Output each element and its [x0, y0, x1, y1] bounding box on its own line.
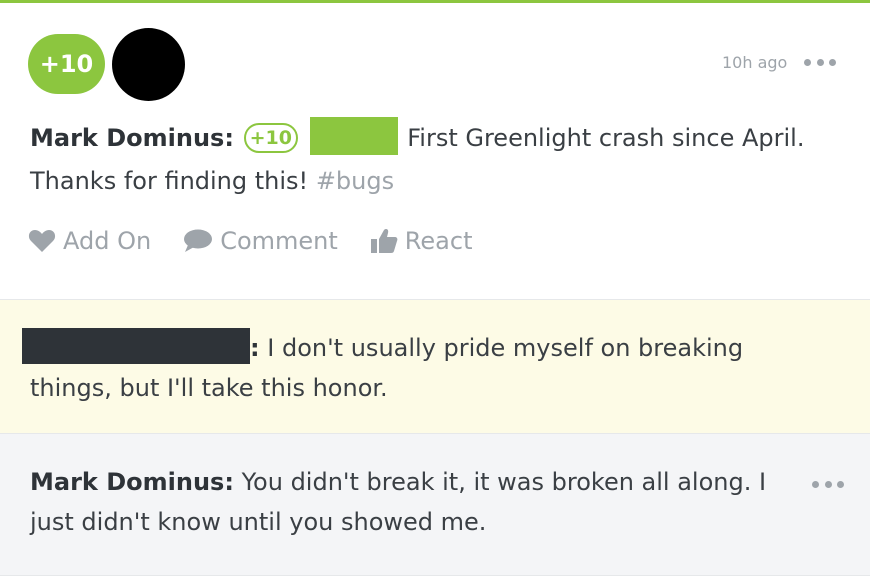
post-author[interactable]: Mark Dominus:	[30, 124, 234, 152]
inline-points-badge: +10	[243, 123, 298, 153]
react-label: React	[404, 227, 473, 255]
comment-body: : I don't usually pride myself on breaki…	[22, 328, 830, 408]
more-dots-icon[interactable]	[804, 55, 836, 69]
points-badge: +10	[28, 34, 105, 94]
comment-highlighted: : I don't usually pride myself on breaki…	[0, 300, 870, 434]
speech-bubble-icon	[184, 229, 213, 252]
add-on-label: Add On	[63, 227, 152, 255]
comment-separator: :	[250, 334, 260, 362]
post-actions: Add On Comment React	[28, 227, 504, 255]
add-on-button[interactable]: Add On	[28, 227, 151, 255]
reply-more-dots-icon[interactable]	[812, 477, 844, 491]
post-card: +10 10h ago Mark Dominus: +10 First Gree…	[0, 3, 870, 300]
comment-button[interactable]: Comment	[183, 227, 338, 255]
redacted-mention	[309, 117, 398, 155]
post-timestamp: 10h ago	[722, 53, 788, 72]
reply-body: Mark Dominus: You didn't break it, it wa…	[30, 462, 790, 542]
thumbs-up-icon	[370, 229, 398, 253]
comment-label: Comment	[220, 227, 338, 255]
react-button[interactable]: React	[370, 227, 473, 255]
heart-icon	[28, 230, 56, 252]
redacted-author	[22, 328, 250, 364]
comment-reply: Mark Dominus: You didn't break it, it wa…	[0, 434, 870, 576]
hashtag-link[interactable]: #bugs	[316, 167, 394, 195]
avatar[interactable]	[112, 28, 185, 101]
reply-author[interactable]: Mark Dominus:	[30, 468, 234, 496]
post-body: Mark Dominus: +10 First Greenlight crash…	[30, 117, 840, 203]
